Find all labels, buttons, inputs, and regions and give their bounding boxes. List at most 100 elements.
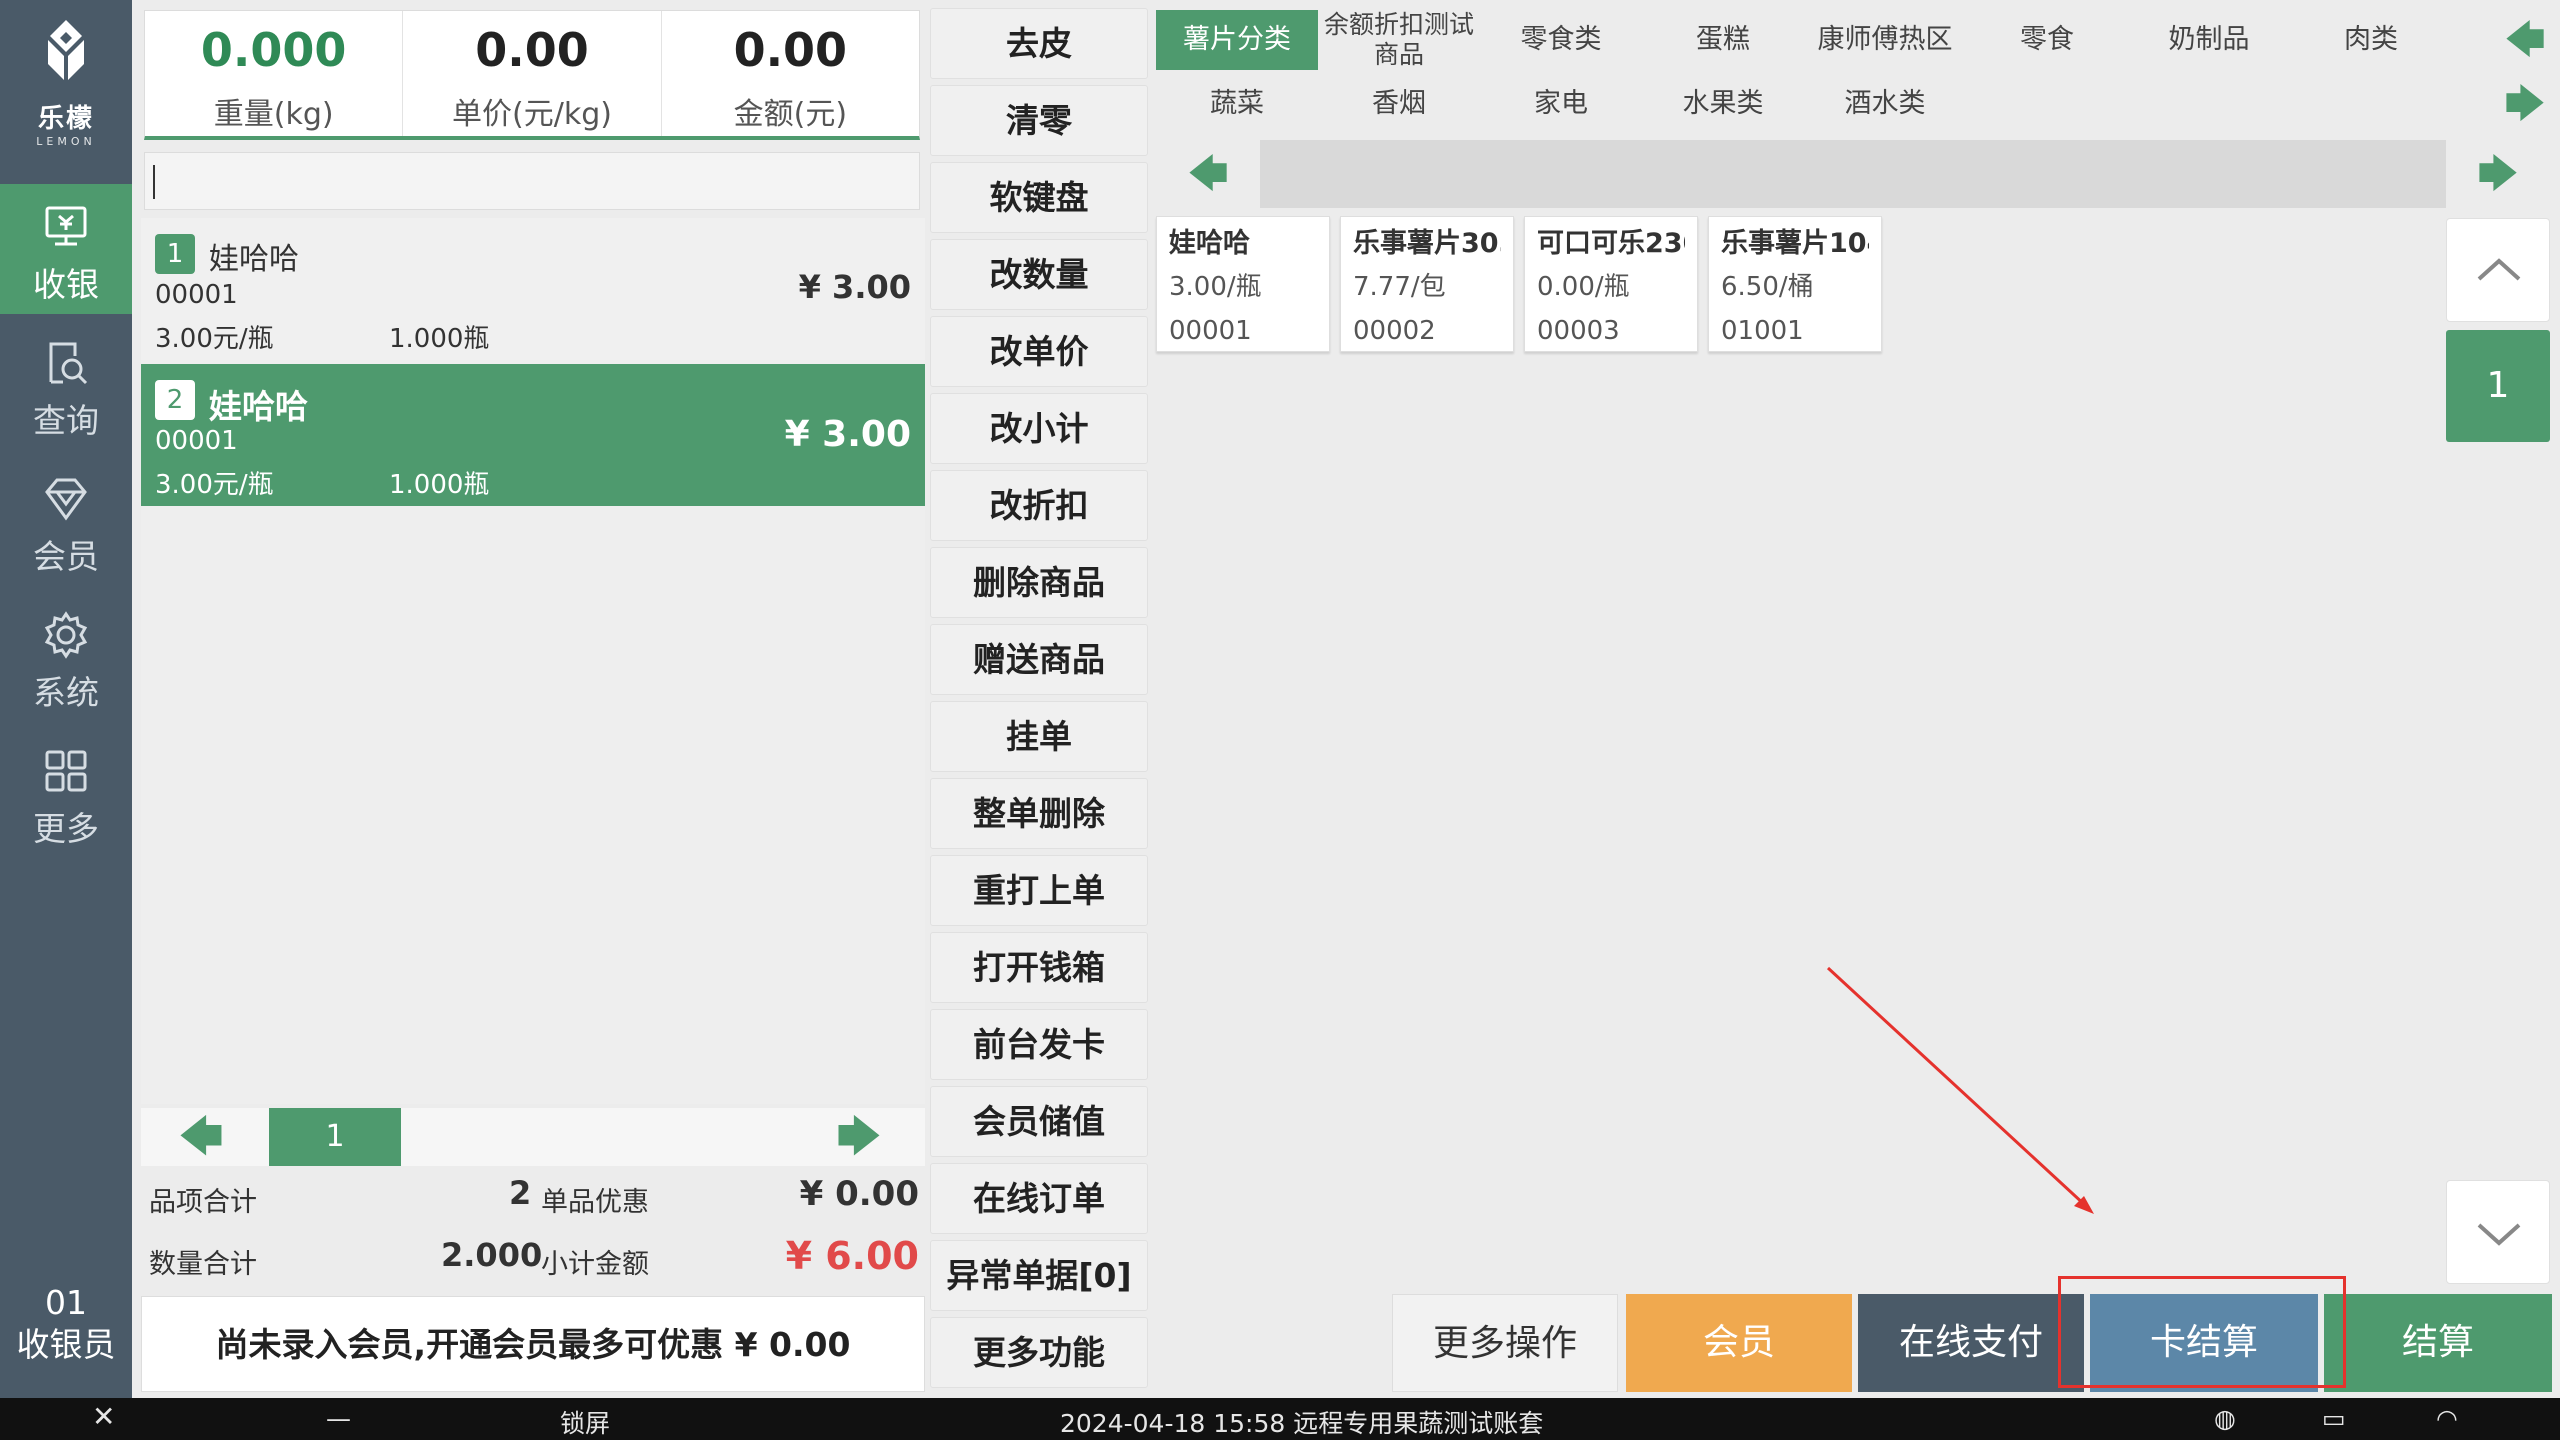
pos-app: 乐檬 LEMON 收银 查询 会员 系统 更多 01 收银员 0.000 重量(… [0,0,2560,1440]
weight-label: 重量(kg) [213,97,334,132]
delete-order-button[interactable]: 整单删除 [930,778,1148,849]
category-tab[interactable]: 奶制品 [2128,10,2290,70]
category-prev-arrow-icon[interactable]: 🡄 [2490,10,2560,70]
scroll-up-button[interactable] [2446,218,2550,322]
nav-item-member[interactable]: 会员 [0,456,132,586]
delete-item-button[interactable]: 删除商品 [930,547,1148,618]
nav-item-query[interactable]: 查询 [0,320,132,450]
qty-total: 2.000 [441,1236,543,1274]
product-code: 00002 [1353,316,1436,346]
status-text: 2024-04-18 15:58 远程专用果蔬测试账套 [1060,1409,1544,1438]
more-functions-button[interactable]: 更多功能 [930,1317,1148,1388]
gift-item-button[interactable]: 赠送商品 [930,624,1148,695]
barcode-input[interactable] [144,152,920,210]
open-drawer-button[interactable]: 打开钱箱 [930,932,1148,1003]
member-button[interactable]: 会员 [1626,1294,1852,1392]
change-discount-button[interactable]: 改折扣 [930,470,1148,541]
change-subtotal-button[interactable]: 改小计 [930,393,1148,464]
card-settle-button[interactable]: 卡结算 [2090,1294,2318,1392]
text-caret [153,165,155,199]
product-code: 01001 [1721,316,1804,346]
product-card[interactable]: 乐事薯片104... 6.50/桶 01001 [1708,216,1882,352]
taskbar: ✕ — 锁屏 2024-04-18 15:58 远程专用果蔬测试账套 ◍ ▭ ◠ [0,1398,2560,1440]
gear-icon [44,611,88,659]
category-tab[interactable]: 肉类 [2290,10,2452,70]
cart-item-selected[interactable]: 2 娃哈哈 00001 3.00元/瓶 1.000瓶 ¥ 3.00 [141,364,925,506]
lock-screen-button[interactable]: 锁屏 [560,1404,610,1440]
amount-label: 金额(元) [733,97,848,132]
scale-panel: 0.000 重量(kg) 0.00 单价(元/kg) 0.00 金额(元) [144,10,920,140]
category-next-arrow-icon[interactable]: 🡆 [2490,74,2560,134]
brand-logo: 乐檬 LEMON [0,18,132,148]
subtotal-value: ¥ 6.00 [785,1234,919,1278]
chevron-down-icon [2477,1223,2521,1246]
scroll-down-button[interactable] [2446,1180,2550,1284]
product-card[interactable]: 乐事薯片305... 7.77/包 00002 [1340,216,1514,352]
item-index: 2 [155,380,195,420]
hold-order-button[interactable]: 挂单 [930,701,1148,772]
monitor-icon[interactable]: ▭ [2322,1404,2346,1433]
lemon-logo-icon [48,20,84,80]
amount-cell: 0.00 金额(元) [662,11,919,136]
product-card[interactable]: 可口可乐230 0.00/瓶 00003 [1524,216,1698,352]
product-name: 娃哈哈 [1169,228,1250,259]
settle-button[interactable]: 结算 [2324,1294,2552,1392]
nav-item-system[interactable]: 系统 [0,592,132,722]
category-tab[interactable]: 康师傅热区 [1804,10,1966,70]
next-page-arrow-icon[interactable]: 🡆 [799,1108,919,1166]
globe-icon[interactable]: ◍ [2214,1404,2236,1433]
category-tab[interactable]: 蔬菜 [1156,74,1318,134]
change-unit-price-button[interactable]: 改单价 [930,316,1148,387]
category-tab[interactable]: 酒水类 [1804,74,1966,134]
category-tab[interactable]: 薯片分类 [1156,10,1318,70]
nav-item-cashier[interactable]: 收银 [0,184,132,314]
subcategory-prev-arrow-icon[interactable]: 🡄 [1156,140,1260,208]
discount-value: ¥ 0.00 [799,1174,919,1214]
product-card[interactable]: 娃哈哈 3.00/瓶 00001 [1156,216,1330,352]
abnormal-docs-button[interactable]: 异常单据[0] [930,1240,1148,1311]
item-name: 娃哈哈 [209,387,308,426]
category-tab[interactable]: 余额折扣测试商品 [1318,10,1480,70]
category-tab[interactable]: 零食类 [1480,10,1642,70]
nav-item-more[interactable]: 更多 [0,728,132,858]
product-name: 乐事薯片104... [1721,228,1869,259]
amount-value: 0.00 [733,23,848,77]
category-tab[interactable]: 家电 [1480,74,1642,134]
category-tab[interactable]: 香烟 [1318,74,1480,134]
product-page-indicator: 1 [2446,330,2550,442]
minimize-icon[interactable]: — [326,1404,351,1433]
category-bar: 薯片分类 余额折扣测试商品 零食类 蛋糕 康师傅热区 零食 奶制品 肉类 🡄 蔬… [1154,8,2560,140]
issue-card-button[interactable]: 前台发卡 [930,1009,1148,1080]
item-unit-price: 3.00元/瓶 [155,324,274,354]
nav-label: 更多 [33,809,99,848]
soft-keyboard-button[interactable]: 软键盘 [930,162,1148,233]
zero-button[interactable]: 清零 [930,85,1148,156]
online-pay-button[interactable]: 在线支付 [1858,1294,2084,1392]
close-icon[interactable]: ✕ [92,1400,115,1433]
sidebar: 乐檬 LEMON 收银 查询 会员 系统 更多 01 收银员 [0,0,132,1398]
category-tab[interactable]: 零食 [1966,10,2128,70]
wifi-icon[interactable]: ◠ [2436,1404,2458,1433]
change-quantity-button[interactable]: 改数量 [930,239,1148,310]
unit-price-cell: 0.00 单价(元/kg) [403,11,662,136]
cashier-icon [45,206,87,246]
reprint-last-button[interactable]: 重打上单 [930,855,1148,926]
item-count: 2 [509,1174,532,1212]
product-name: 可口可乐230 [1537,228,1685,259]
product-name: 乐事薯片305... [1353,228,1501,259]
subcategory-next-arrow-icon[interactable]: 🡆 [2446,140,2550,208]
cart-item[interactable]: 1 娃哈哈 00001 3.00元/瓶 1.000瓶 ¥ 3.00 [141,218,925,360]
tare-button[interactable]: 去皮 [930,8,1148,79]
category-tab[interactable]: 蛋糕 [1642,10,1804,70]
prev-page-arrow-icon[interactable]: 🡄 [141,1108,261,1166]
more-operations-button[interactable]: 更多操作 [1392,1294,1618,1392]
online-orders-button[interactable]: 在线订单 [930,1163,1148,1234]
category-tab[interactable]: 水果类 [1642,74,1804,134]
diamond-icon [45,478,87,521]
subtotal-label: 小计金额 [541,1249,649,1280]
brand-name: 乐檬 [37,104,94,134]
item-index: 1 [155,234,195,274]
weight-value: 0.000 [200,23,347,77]
member-recharge-button[interactable]: 会员储值 [930,1086,1148,1157]
chevron-up-icon [2477,258,2521,281]
